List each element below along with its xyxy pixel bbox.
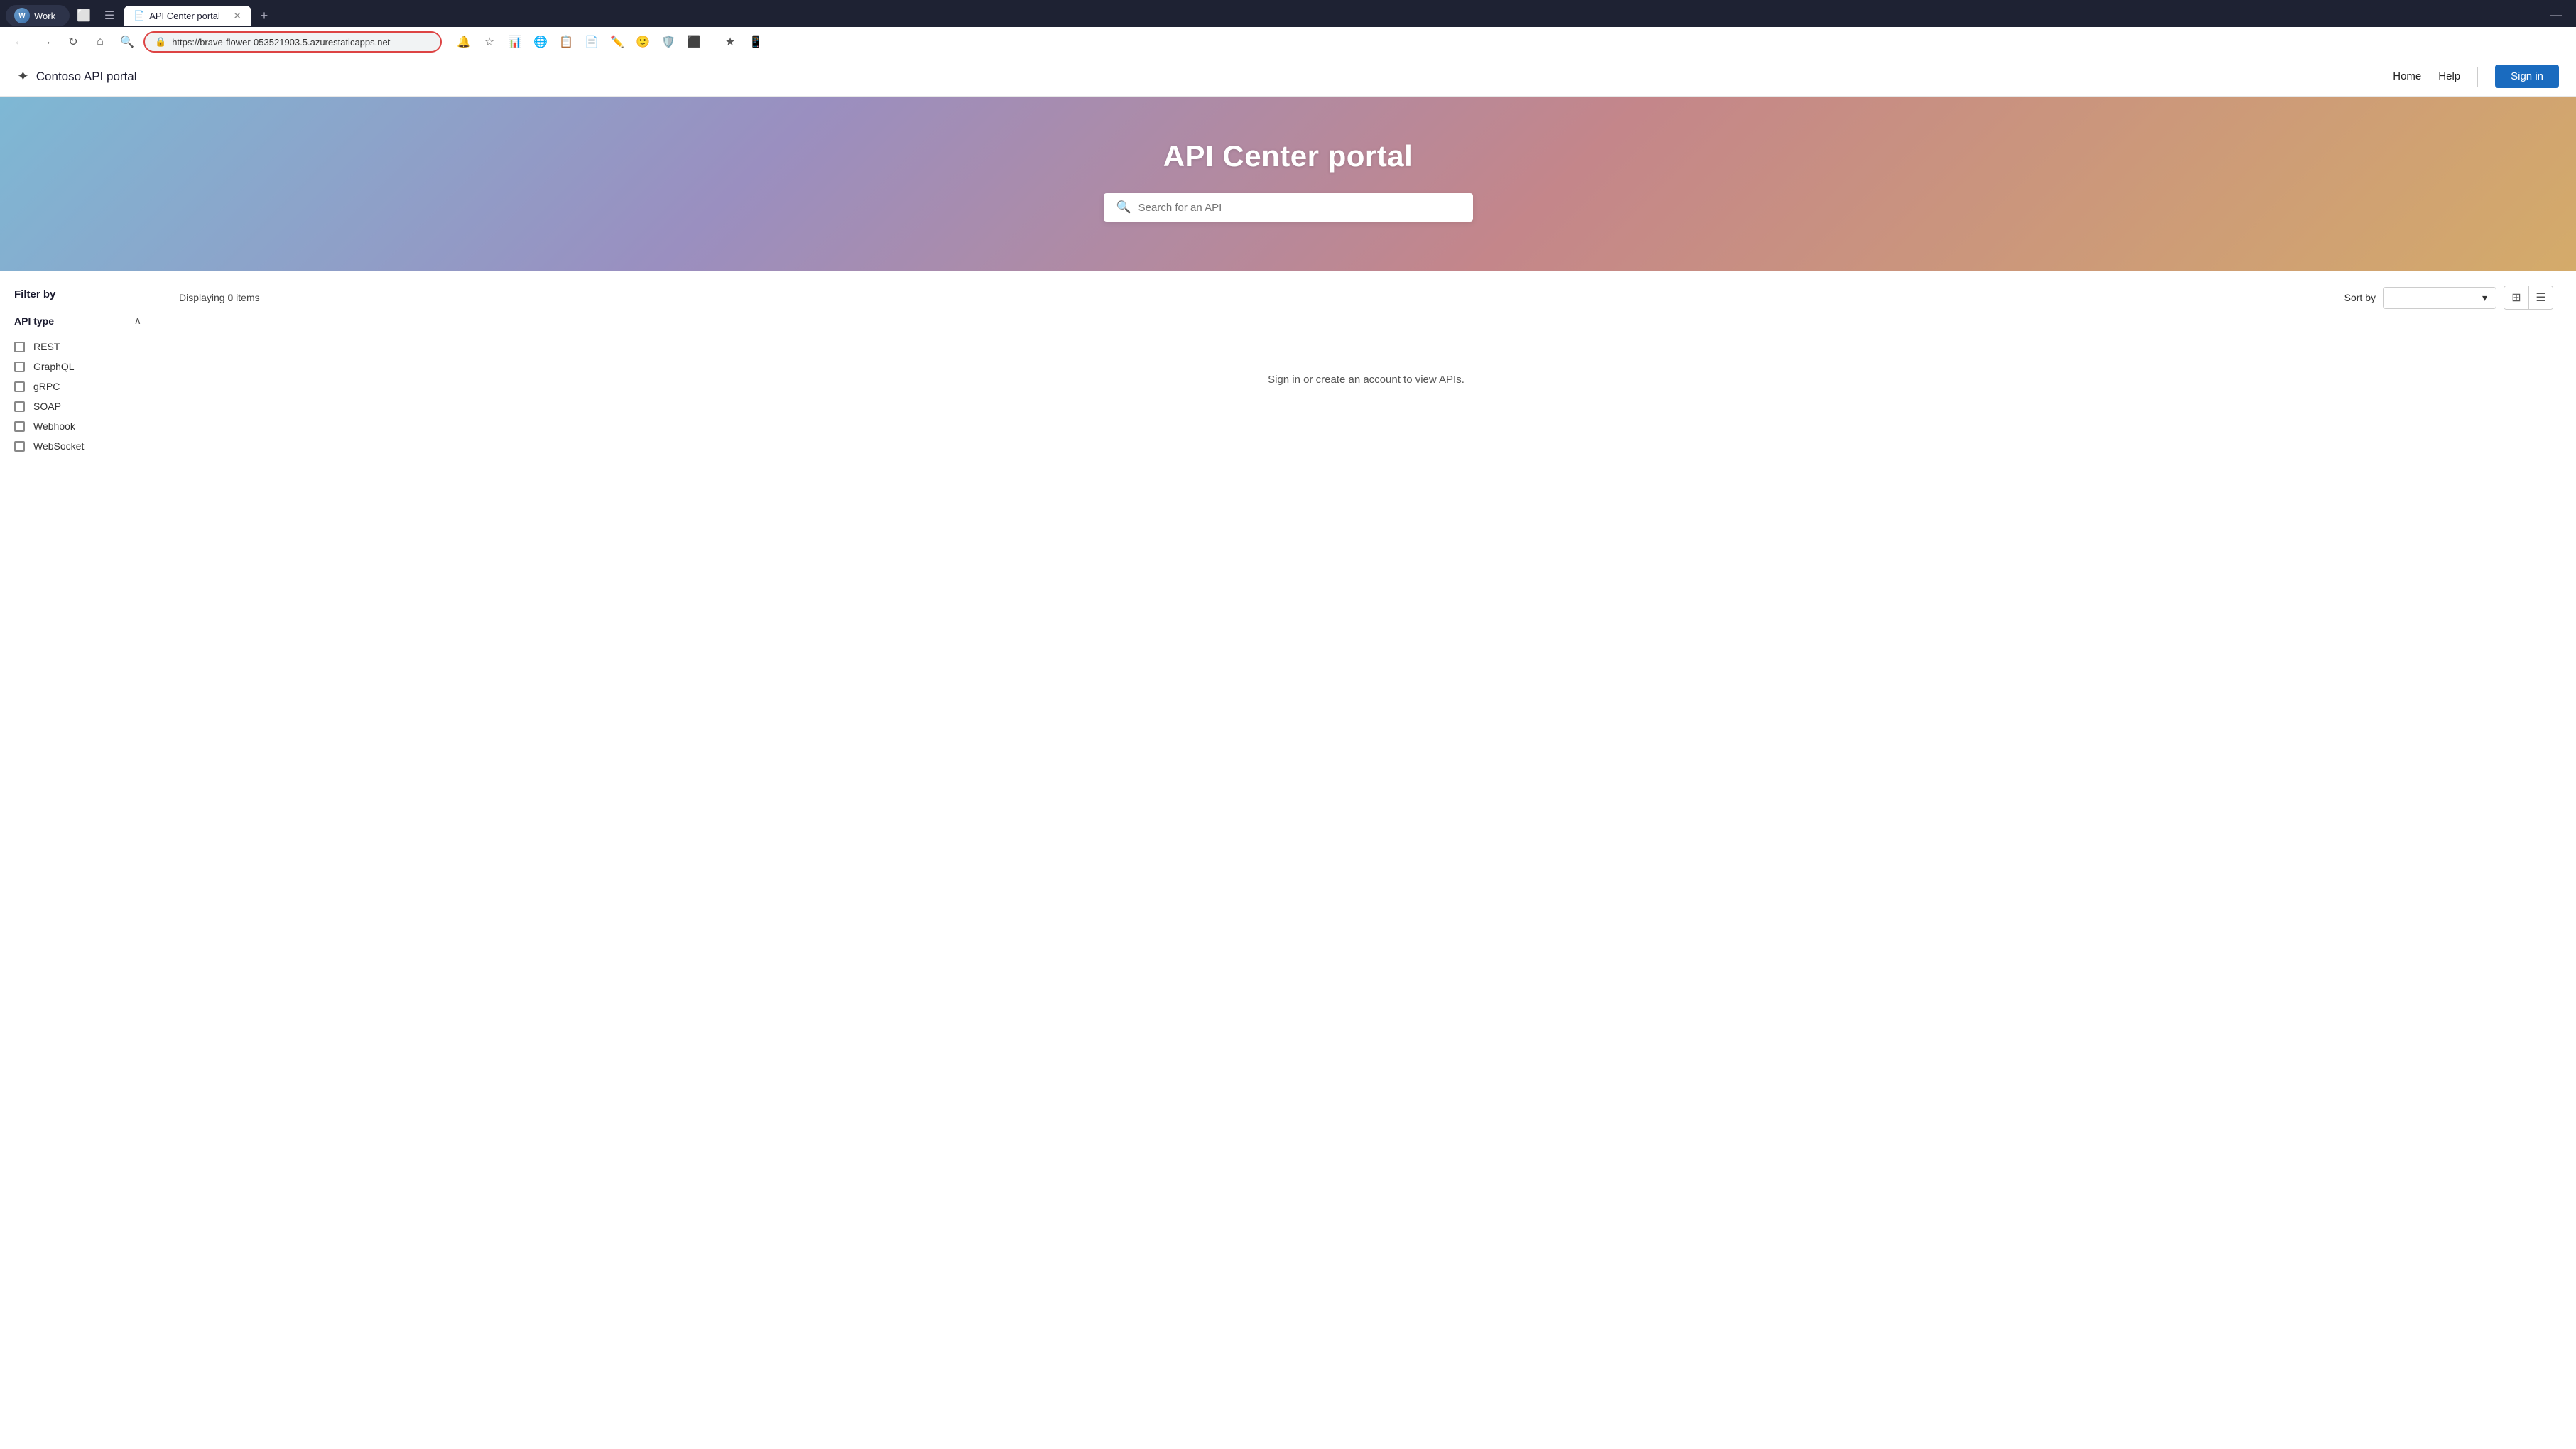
websocket-checkbox[interactable] (14, 441, 25, 452)
address-bar: ← → ↻ ⌂ 🔍 🔒 https://brave-flower-0535219… (0, 27, 2576, 57)
brand-label: Contoso API portal (36, 70, 137, 84)
brand: ✦ Contoso API portal (17, 67, 137, 85)
home-icon: ⌂ (97, 36, 104, 48)
filter-rest[interactable]: REST (14, 337, 141, 357)
view-toggle: ⊞ ☰ (2504, 286, 2553, 310)
new-tab-button[interactable]: + (254, 6, 274, 26)
filter-webhook[interactable]: Webhook (14, 416, 141, 436)
graphql-checkbox[interactable] (14, 362, 25, 372)
main-content: Filter by API type ∧ REST GraphQL gRPC S… (0, 271, 2576, 473)
empty-state-message: Sign in or create an account to view API… (1268, 374, 1464, 386)
profile-tab[interactable]: W Work (6, 5, 70, 26)
lock-icon: 🔒 (155, 36, 166, 48)
active-tab[interactable]: 📄 API Center portal ✕ (124, 6, 251, 26)
soap-label: SOAP (33, 401, 61, 412)
sidebar: Filter by API type ∧ REST GraphQL gRPC S… (0, 271, 156, 473)
forward-icon: → (40, 36, 52, 48)
search-icon: 🔍 (1116, 200, 1131, 215)
displaying-text: Displaying 0 items (179, 292, 260, 303)
brand-icon: ✦ (17, 67, 29, 85)
graphql-label: GraphQL (33, 361, 75, 372)
url-text: https://brave-flower-053521903.5.azurest… (172, 37, 430, 48)
search-magnify-icon: 🔍 (120, 35, 134, 49)
window-controls: — (2548, 6, 2570, 25)
profile-tab-label: Work (34, 11, 55, 21)
minimize-button[interactable]: — (2548, 6, 2565, 25)
back-button[interactable]: ← (9, 31, 30, 53)
extension-icon-2[interactable]: 📋 (555, 31, 577, 53)
search-box[interactable]: 🔍 (1104, 193, 1473, 222)
sort-select[interactable]: ▾ (2383, 287, 2496, 309)
mobile-icon[interactable]: 📱 (745, 31, 766, 53)
extension-icon-4[interactable]: ✏️ (607, 31, 628, 53)
extension-icon-1[interactable]: 🌐 (530, 31, 551, 53)
signin-button[interactable]: Sign in (2495, 65, 2559, 88)
page-icon: 📄 (134, 10, 145, 21)
soap-checkbox[interactable] (14, 401, 25, 412)
help-nav-link[interactable]: Help (2438, 70, 2460, 82)
toolbar-right: Sort by ▾ ⊞ ☰ (2344, 286, 2553, 310)
shield-icon[interactable]: 🛡️ (658, 31, 679, 53)
extension-icon-3[interactable]: 📄 (581, 31, 602, 53)
grid-view-button[interactable]: ⊞ (2504, 286, 2528, 309)
url-box[interactable]: 🔒 https://brave-flower-053521903.5.azure… (143, 31, 442, 53)
browser-chrome: W Work ⬜ ☰ 📄 API Center portal ✕ + — ← → (0, 0, 2576, 57)
search-button[interactable]: 🔍 (116, 31, 138, 53)
content-area: Displaying 0 items Sort by ▾ ⊞ ☰ (156, 271, 2576, 473)
reload-icon: ↻ (68, 35, 77, 49)
displaying-prefix: Displaying (179, 292, 227, 303)
filter-grpc[interactable]: gRPC (14, 376, 141, 396)
empty-state: Sign in or create an account to view API… (179, 331, 2553, 428)
browser-toolbar: 🔔 ☆ 📊 🌐 📋 📄 ✏️ 🙂 🛡️ ⬛ ★ 📱 (453, 31, 766, 53)
profile-icon[interactable]: 🙂 (632, 31, 653, 53)
reading-list-icon[interactable]: 📊 (504, 31, 526, 53)
tab-group-icon[interactable]: ⬜ (72, 4, 95, 27)
grpc-checkbox[interactable] (14, 381, 25, 392)
home-nav-link[interactable]: Home (2393, 70, 2421, 82)
top-nav-right: Home Help Sign in (2393, 65, 2559, 88)
filter-title: Filter by (14, 288, 141, 300)
sort-chevron-icon: ▾ (2482, 292, 2487, 304)
nav-divider (2477, 67, 2478, 87)
list-view-button[interactable]: ☰ (2528, 286, 2553, 309)
bookmark-icon[interactable]: ☆ (479, 31, 500, 53)
content-toolbar: Displaying 0 items Sort by ▾ ⊞ ☰ (179, 286, 2553, 310)
favorites-icon[interactable]: ★ (719, 31, 741, 53)
rest-label: REST (33, 341, 60, 352)
notifications-icon[interactable]: 🔔 (453, 31, 474, 53)
page: ✦ Contoso API portal Home Help Sign in A… (0, 57, 2576, 473)
back-icon: ← (13, 36, 25, 48)
sidebar-toggle-icon[interactable]: ☰ (98, 4, 121, 27)
split-view-icon[interactable]: ⬛ (683, 31, 705, 53)
tab-label: API Center portal (149, 11, 220, 21)
rest-checkbox[interactable] (14, 342, 25, 352)
filter-graphql[interactable]: GraphQL (14, 357, 141, 376)
filter-websocket[interactable]: WebSocket (14, 436, 141, 456)
displaying-suffix: items (233, 292, 259, 303)
tab-bar: W Work ⬜ ☰ 📄 API Center portal ✕ + — (0, 0, 2576, 27)
sort-label: Sort by (2344, 292, 2376, 303)
profile-avatar: W (14, 8, 30, 23)
search-input[interactable] (1138, 202, 1460, 214)
webhook-checkbox[interactable] (14, 421, 25, 432)
grid-icon: ⊞ (2511, 291, 2521, 305)
hero-title: API Center portal (1163, 139, 1413, 173)
list-icon: ☰ (2536, 291, 2545, 305)
top-nav: ✦ Contoso API portal Home Help Sign in (0, 57, 2576, 97)
forward-button[interactable]: → (36, 31, 57, 53)
api-type-chevron-icon[interactable]: ∧ (134, 315, 141, 327)
websocket-label: WebSocket (33, 440, 84, 452)
webhook-label: Webhook (33, 420, 75, 432)
grpc-label: gRPC (33, 381, 60, 392)
hero-section: API Center portal 🔍 (0, 97, 2576, 271)
filter-soap[interactable]: SOAP (14, 396, 141, 416)
api-type-section-title: API type (14, 315, 54, 327)
reload-button[interactable]: ↻ (63, 31, 84, 53)
home-button[interactable]: ⌂ (89, 31, 111, 53)
filter-section-api-type: API type ∧ (14, 315, 141, 327)
close-tab-button[interactable]: ✕ (233, 10, 241, 22)
